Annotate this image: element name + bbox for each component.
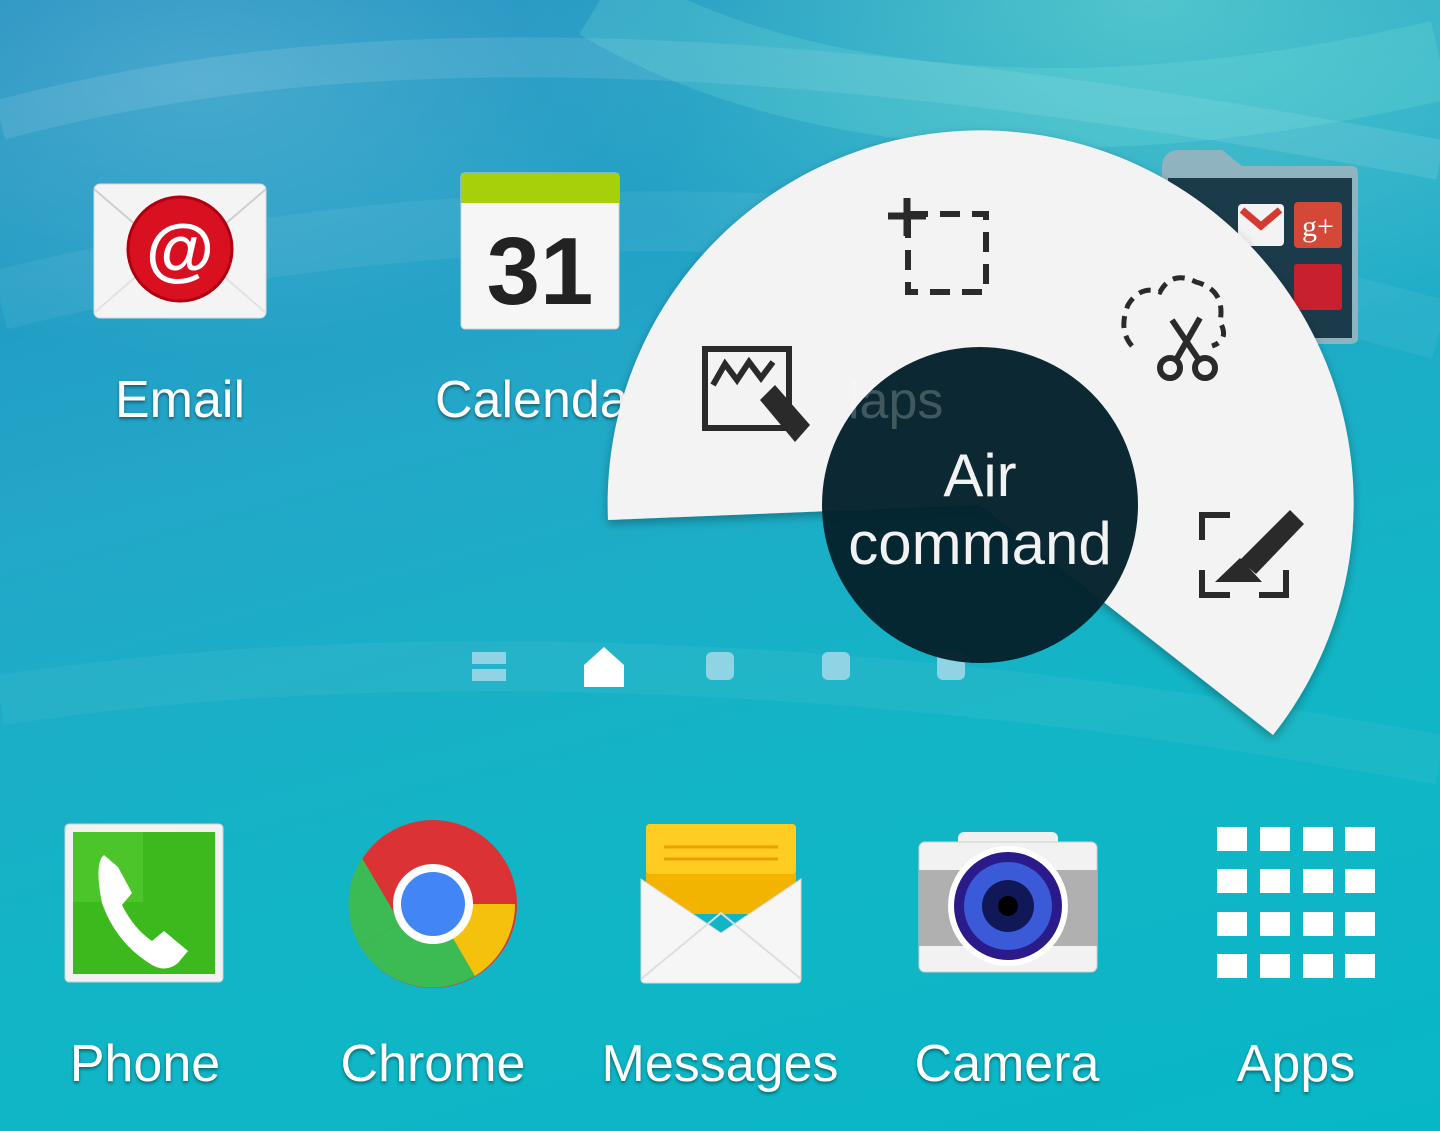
phone-icon (64, 823, 224, 983)
maps-label: laps (848, 372, 943, 430)
camera-icon (918, 832, 1098, 973)
list-icon[interactable] (472, 650, 506, 682)
phone-app[interactable] (64, 823, 224, 988)
phone-label[interactable]: Phone (45, 1034, 245, 1094)
chrome-app[interactable] (347, 818, 519, 995)
messages-label[interactable]: Messages (600, 1034, 840, 1094)
air-command-title-line2: command (848, 510, 1112, 577)
messages-icon (640, 824, 802, 984)
camera-app[interactable] (918, 830, 1098, 979)
air-command-title-line1: Air (943, 442, 1017, 509)
page-dot[interactable] (705, 651, 735, 681)
apps-grid-icon (1217, 827, 1375, 978)
camera-label[interactable]: Camera (907, 1034, 1107, 1094)
home-icon[interactable] (582, 645, 626, 689)
apps-label[interactable]: Apps (1196, 1034, 1396, 1094)
chrome-label[interactable]: Chrome (333, 1034, 533, 1094)
messages-app[interactable] (640, 823, 802, 990)
apps-button[interactable] (1217, 827, 1375, 984)
chrome-icon (348, 820, 517, 988)
page-dot[interactable] (821, 651, 851, 681)
